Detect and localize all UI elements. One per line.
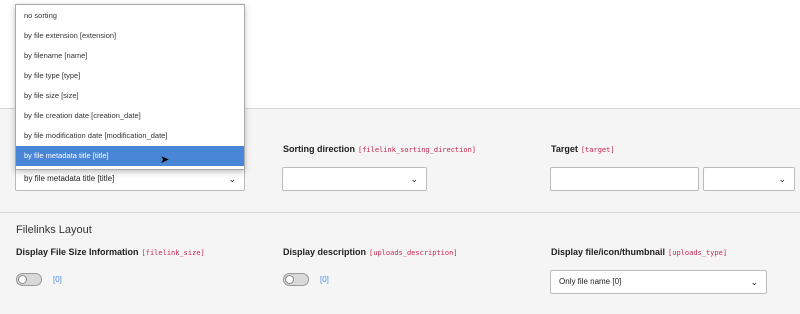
dropdown-option[interactable]: by filename [name]	[16, 46, 244, 66]
target-code: [target]	[580, 146, 615, 154]
target-input[interactable]	[550, 167, 699, 191]
sorting-direction-label: Sorting direction [filelink_sorting_direc…	[283, 144, 477, 154]
mouse-cursor-icon: ➤	[160, 154, 170, 166]
dropdown-option[interactable]: by file creation date [creation_date]	[16, 106, 244, 126]
file-size-toggle[interactable]	[16, 273, 42, 286]
dropdown-option[interactable]: no sorting	[16, 6, 244, 26]
description-code: [uploads_description]	[369, 249, 458, 257]
chevron-down-icon: ⌄	[228, 174, 236, 184]
uploads-type-select[interactable]: Only file name [0] ⌄	[550, 270, 767, 294]
file-size-code: [filelink_size]	[141, 249, 205, 257]
file-size-value: [0]	[53, 275, 62, 284]
description-label: Display description [uploads_description]	[283, 247, 458, 257]
sorting-direction-select[interactable]: ⌄	[282, 167, 427, 191]
uploads-type-code: [uploads_type]	[668, 249, 728, 257]
sorting-select[interactable]: by file metadata title [title] ⌄	[15, 167, 245, 191]
target-label: Target [target]	[551, 144, 615, 154]
description-toggle[interactable]	[283, 273, 309, 286]
chevron-down-icon: ⌄	[410, 174, 418, 184]
target-select[interactable]: ⌄	[703, 167, 795, 191]
description-value: [0]	[320, 275, 329, 284]
chevron-down-icon: ⌄	[778, 174, 786, 184]
dropdown-option[interactable]: by file type [type]	[16, 66, 244, 86]
toggle-knob	[285, 275, 294, 284]
file-size-label: Display File Size Information [filelink_s…	[16, 247, 205, 257]
chevron-down-icon: ⌄	[750, 277, 758, 287]
section-divider	[0, 212, 800, 213]
dropdown-option[interactable]: by file extension [extension]	[16, 26, 244, 46]
sorting-select-value: by file metadata title [title]	[24, 174, 115, 183]
sorting-direction-code: [filelink_sorting_direction]	[358, 146, 477, 154]
dropdown-option-selected[interactable]: by file metadata title [title]	[16, 146, 244, 166]
dropdown-option[interactable]: by file modification date [modification_…	[16, 126, 244, 146]
dropdown-option[interactable]: by file size [size]	[16, 86, 244, 106]
uploads-type-label: Display file/icon/thumbnail [uploads_type…	[551, 247, 728, 257]
toggle-knob	[18, 275, 27, 284]
sorting-dropdown-list[interactable]: no sorting by file extension [extension]…	[15, 4, 245, 170]
uploads-type-value: Only file name [0]	[559, 277, 622, 286]
section-title: Filelinks Layout	[16, 224, 92, 236]
